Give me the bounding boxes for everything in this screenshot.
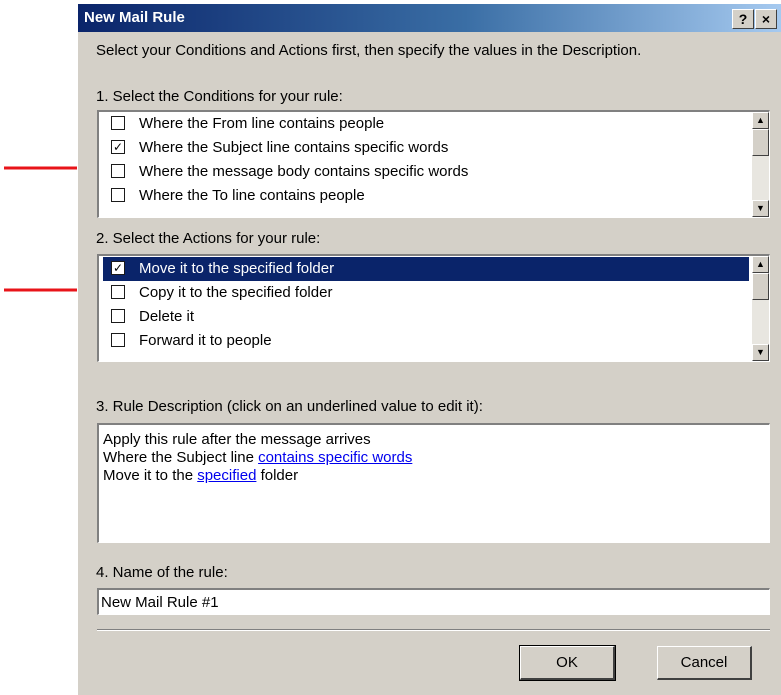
action-item-delete[interactable]: Delete it [103,305,749,329]
condition-item-from-line[interactable]: Where the From line contains people [103,112,749,136]
condition-checkbox-from-line[interactable] [111,116,125,130]
description-line-3: Move it to the specified folder [103,467,298,484]
action-checkbox-delete[interactable] [111,309,125,323]
action-checkbox-copy[interactable] [111,285,125,299]
condition-item-subject-line[interactable]: ✓ Where the Subject line contains specif… [103,136,749,160]
action-label: Forward it to people [139,332,272,349]
action-label: Move it to the specified folder [139,260,335,277]
condition-label: Where the From line contains people [139,115,385,132]
instructions-text: Select your Conditions and Actions first… [96,42,642,59]
rule-description-box: Apply this rule after the message arrive… [97,423,770,543]
rule-name-input[interactable] [97,588,770,615]
description-line-2: Where the Subject line contains specific… [103,449,412,466]
ok-button[interactable]: OK [519,645,616,681]
condition-checkbox-to-line[interactable] [111,188,125,202]
scroll-up-arrow-icon[interactable]: ▲ [752,112,769,129]
scroll-thumb[interactable] [752,129,769,156]
action-label: Delete it [139,308,195,325]
condition-item-message-body[interactable]: Where the message body contains specific… [103,160,749,184]
description-text: Move it to the [103,467,198,484]
conditions-heading: 1. Select the Conditions for your rule: [96,88,343,105]
actions-heading: 2. Select the Actions for your rule: [96,230,321,247]
action-item-forward[interactable]: Forward it to people [103,329,749,353]
condition-checkbox-subject-line[interactable]: ✓ [111,140,125,154]
conditions-listbox[interactable]: Where the From line contains people ✓ Wh… [97,110,770,218]
scroll-down-arrow-icon[interactable]: ▼ [752,344,769,361]
action-item-move[interactable]: ✓ Move it to the specified folder [103,257,749,281]
help-button[interactable]: ? [732,9,754,29]
divider [97,629,770,631]
action-label: Copy it to the specified folder [139,284,333,301]
rule-name-heading: 4. Name of the rule: [96,564,228,581]
title-bar[interactable]: New Mail Rule ? × [78,4,781,32]
condition-checkbox-message-body[interactable] [111,164,125,178]
close-button[interactable]: × [755,9,777,29]
cancel-button[interactable]: Cancel [657,646,752,680]
actions-scrollbar[interactable]: ▲ ▼ [752,256,769,361]
specified-folder-link[interactable]: specified [197,467,256,484]
window-title: New Mail Rule [84,9,185,26]
condition-item-to-line[interactable]: Where the To line contains people [103,184,749,208]
contains-specific-words-link[interactable]: contains specific words [258,449,412,466]
actions-listbox[interactable]: ✓ Move it to the specified folder Copy i… [97,254,770,362]
new-mail-rule-dialog: New Mail Rule ? × Select your Conditions… [77,4,781,695]
condition-label: Where the To line contains people [139,187,365,204]
description-line-1: Apply this rule after the message arrive… [103,431,371,448]
description-text: Where the Subject line [103,449,259,466]
scroll-thumb[interactable] [752,273,769,300]
condition-label: Where the message body contains specific… [139,163,469,180]
conditions-scrollbar[interactable]: ▲ ▼ [752,112,769,217]
description-text: folder [256,467,299,484]
action-checkbox-forward[interactable] [111,333,125,347]
action-checkbox-move[interactable]: ✓ [111,261,125,275]
scroll-up-arrow-icon[interactable]: ▲ [752,256,769,273]
action-item-copy[interactable]: Copy it to the specified folder [103,281,749,305]
description-heading: 3. Rule Description (click on an underli… [96,398,483,415]
condition-label: Where the Subject line contains specific… [139,139,449,156]
scroll-down-arrow-icon[interactable]: ▼ [752,200,769,217]
